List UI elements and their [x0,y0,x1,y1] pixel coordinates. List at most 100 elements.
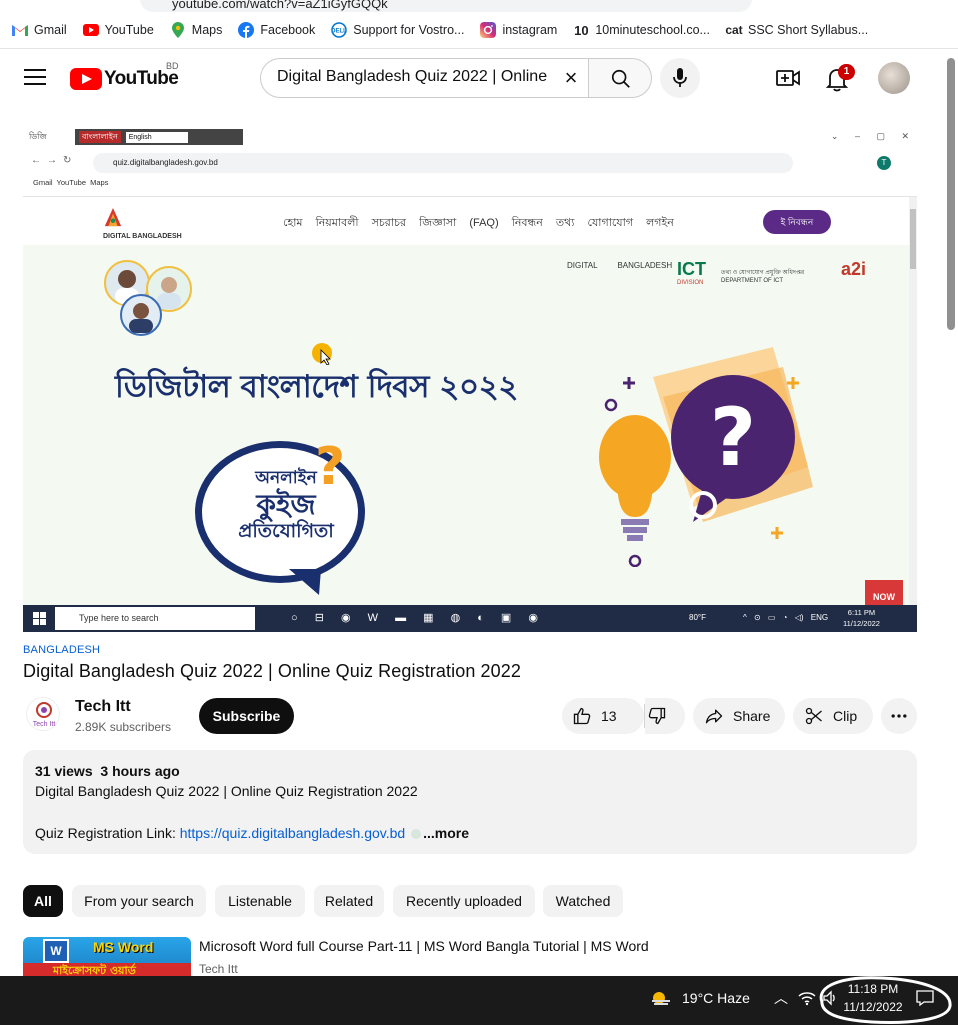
bookmark-ssc-syllabus[interactable]: cat SSC Short Syllabus... [725,23,868,37]
clip-label: Clip [833,708,858,724]
recorded-site-header: DIGITAL BANGLADESH হোম নিয়মাবলী সচরাচর … [23,197,909,245]
search-icon [611,69,630,88]
recorded-site-menu: হোম নিয়মাবলী সচরাচর জিজ্ঞাসা (FAQ) নিবন… [283,217,674,229]
recorded-ict-logo: ICT DIVISION [677,259,706,286]
recorded-hero-title: ডিজিটাল বাংলাদেশ দিবস ২০২২ [115,369,518,405]
description-box[interactable]: 31 views 3 hours ago Digital Bangladesh … [23,750,917,854]
bookmark-label: 10minuteschool.co... [595,23,710,37]
chip-listenable[interactable]: Listenable [215,885,305,917]
menu-icon[interactable] [22,65,48,91]
bookmark-label: Support for Vostro... [353,23,465,37]
bookmarks-bar: Gmail YouTube Maps Facebook DELL Support… [0,16,958,44]
recorded-bookmarks: Gmail YouTube Maps [33,178,109,187]
svg-text:?: ? [710,391,756,484]
volume-icon[interactable] [822,990,838,1006]
like-button[interactable]: 13 [562,698,644,734]
dislike-button[interactable] [645,698,685,734]
recorded-partner-logos: DIGITAL BANGLADESH [567,261,673,270]
recorded-site-logo-text: DIGITAL BANGLADESH [103,233,182,240]
recorded-taskbar-search: Type here to search [55,607,255,630]
description-link[interactable]: https://quiz.digitalbangladesh.gov.bd [180,825,405,841]
recorded-lang-select: English [125,131,188,143]
recorded-nav-icons: ←→↻ [31,155,78,166]
recorded-window-controls: ⌄ – ▢ ✕ [830,131,909,141]
chip-related[interactable]: Related [314,885,384,917]
clip-button[interactable]: Clip [793,698,873,734]
taskbar-weather[interactable]: 19°C Haze [682,990,750,1006]
chip-from-your-search[interactable]: From your search [72,885,206,917]
page-scrollbar[interactable] [944,50,958,976]
thumbnail-label: MS Word [93,939,154,955]
tech-itt-logo-icon: Tech Itt [33,702,56,728]
bookmark-instagram[interactable]: instagram [480,22,558,38]
youtube-header: YouTube BD Digital Bangladesh Quiz 2022 … [0,48,958,106]
video-hashtag[interactable]: BANGLADESH [23,644,100,656]
digital-bangladesh-logo-icon [104,208,122,227]
bookmark-maps[interactable]: Maps [170,22,222,38]
voice-search-button[interactable] [660,58,700,98]
country-code: BD [166,61,179,71]
recorded-windows-start-icon [33,612,46,625]
youtube-logo[interactable]: YouTube BD [70,61,179,91]
view-meta: 31 views 3 hours ago [35,763,180,779]
haze-weather-icon[interactable] [650,989,672,1007]
more-horizontal-icon [891,714,907,718]
scissors-icon [805,707,822,725]
recommendation-thumbnail[interactable]: W MS Word মাইক্রোসফট ওয়ার্ড [23,937,191,976]
recorded-leaders-portraits [104,260,192,336]
search-button[interactable] [588,58,652,98]
cat-icon: cat [725,23,743,37]
recorded-question-mark: ? [315,437,346,497]
chip-all[interactable]: All [23,885,63,917]
search-input[interactable]: Digital Bangladesh Quiz 2022 | Online Qu… [277,68,551,86]
channel-name[interactable]: Tech Itt [75,698,131,716]
youtube-wordmark: YouTube [104,68,179,89]
video-player[interactable]: ডিজি বাংলালাইন English ⌄ – ▢ ✕ ←→↻ quiz.… [23,129,917,632]
recorded-browser-chrome: ডিজি বাংলালাইন English ⌄ – ▢ ✕ ←→↻ quiz.… [23,129,917,197]
wifi-icon[interactable] [798,990,816,1006]
youtube-icon [82,23,99,37]
chip-watched[interactable]: Watched [543,885,623,917]
address-url[interactable]: youtube.com/watch?v=aZ1iGyfGQQk [172,0,388,11]
recorded-address: quiz.digitalbangladesh.gov.bd [93,153,793,173]
share-button[interactable]: Share [693,698,785,734]
taskbar-clock[interactable]: 11:18 PM 11/12/2022 [840,980,906,1016]
gmail-icon [12,23,28,37]
recorded-bubble-tail [289,569,321,595]
link-preview-icon [411,829,422,840]
bookmark-dell-support[interactable]: DELL Support for Vostro... [331,22,465,38]
subscribe-button[interactable]: Subscribe [199,698,294,734]
recorded-cursor-highlight [312,343,332,365]
create-video-button[interactable] [774,64,802,92]
recorded-taskbar-apps: ○ ⊟ ◉ W ▬ ▦ ◍ ◐ ▣ ◉ [291,612,538,624]
bookmark-label: instagram [502,23,558,37]
svg-text:Tech Itt: Tech Itt [33,721,56,728]
recorded-clock: 6:11 PM 11/12/2022 [843,608,880,628]
recommendation-title[interactable]: Microsoft Word full Course Part-11 | MS … [199,938,649,954]
show-more-button[interactable]: ...more [423,825,469,841]
maps-icon [170,22,186,38]
bookmark-10minuteschool[interactable]: 10 10minuteschool.co... [573,23,710,38]
description-link-line: Quiz Registration Link: https://quiz.dig… [35,825,469,841]
channel-avatar[interactable]: Tech Itt [26,697,60,731]
description-line: Digital Bangladesh Quiz 2022 | Online Qu… [35,783,418,799]
search-box[interactable]: Digital Bangladesh Quiz 2022 | Online Qu… [260,58,588,98]
bookmark-youtube[interactable]: YouTube [82,23,154,37]
clock-date: 11/12/2022 [843,1000,903,1014]
recorded-avatar: T [877,156,891,170]
scrollbar-thumb[interactable] [947,58,955,330]
microphone-icon [673,68,687,87]
action-center-icon[interactable] [916,990,934,1006]
chevron-up-icon[interactable]: ︿ [774,988,788,1008]
recorded-tab: ডিজি [29,132,47,141]
recorded-doict-logo: তথ্য ও যোগাযোগ প্রযুক্তি অধিদপ্তর DEPART… [721,270,805,284]
word-icon: W [43,939,69,963]
recommendation-channel[interactable]: Tech Itt [199,962,238,976]
description-link-prefix: Quiz Registration Link: [35,825,180,841]
bookmark-gmail[interactable]: Gmail [12,23,67,37]
bookmark-facebook[interactable]: Facebook [238,22,315,38]
account-avatar[interactable] [878,62,910,94]
more-actions-button[interactable] [881,698,917,734]
chip-recently-uploaded[interactable]: Recently uploaded [393,885,535,917]
clear-search-icon[interactable]: × [560,67,582,89]
